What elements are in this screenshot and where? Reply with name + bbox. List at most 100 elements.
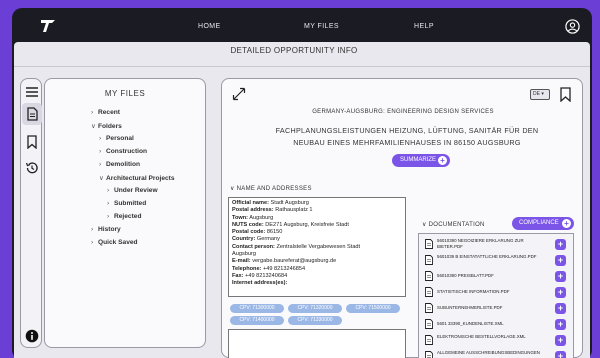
language-select[interactable]: DE ▾ — [530, 89, 550, 100]
document-row[interactable]: ALLGEMEINE AUSSCHREIBUNGSBEDINGUNGEN + — [423, 348, 571, 358]
address-line: Postal code: 86150 — [232, 229, 283, 236]
document-name: STATISTISCHE INFORMATION.PDF — [437, 289, 510, 294]
chevron-right-icon: › — [91, 239, 94, 246]
chevron-down-icon: ∨ — [422, 222, 429, 228]
add-document-button[interactable]: + — [555, 303, 566, 314]
file-icon — [425, 351, 433, 358]
chevron-right-icon: › — [107, 187, 110, 194]
chevron-right-icon: › — [99, 161, 102, 168]
files-panel-title: MY FILES — [104, 89, 146, 98]
address-line: Fax: +49 8213240684 — [232, 272, 288, 279]
title-divider — [14, 66, 590, 67]
tree-item-under-review[interactable]: › Under Review — [107, 187, 158, 194]
document-name: 56010390 PREISBLATT.PDF — [437, 273, 494, 278]
address-details-box: Official name: Stadt Augsburg Postal add… — [228, 197, 406, 297]
heading-line-2: NEUBAU EINES MEHRFAMILIENHAUSES IN 86150… — [293, 138, 521, 147]
chevron-right-icon: › — [99, 148, 102, 155]
app-logo-icon[interactable] — [40, 18, 56, 34]
chevron-down-icon: ∨ — [230, 186, 237, 192]
plus-icon: + — [562, 219, 571, 228]
address-line: Internet address(es): — [232, 280, 288, 287]
user-account-icon[interactable] — [565, 19, 580, 34]
cpv-chip[interactable]: CPV: 71330000 — [288, 316, 342, 325]
tree-item-history[interactable]: › History — [91, 226, 121, 233]
side-rail — [20, 78, 42, 348]
info-icon[interactable] — [25, 329, 39, 343]
documents-list: 56010390 NEGOIZIERE ERKLARUNG ZUR BIETER… — [418, 233, 574, 358]
address-line: Country: Germany — [232, 236, 280, 243]
document-name: 56010390 NEGOIZIERE ERKLARUNG ZUR BIETER… — [437, 238, 524, 249]
document-icon[interactable] — [25, 107, 39, 121]
opportunity-subtitle: GERMANY-AUGSBURG: ENGINEERING DESIGN SER… — [312, 109, 494, 115]
add-document-button[interactable]: + — [555, 255, 566, 266]
document-row[interactable]: ELEKTRONISCHE BESTELLVORLAGE.XML + — [423, 332, 571, 348]
document-row[interactable]: 56010390 NEGOIZIERE ERKLARUNG ZUR BIETER… — [423, 236, 571, 252]
document-row[interactable]: SUBUNTERNEHMERLISTE.PDF + — [423, 300, 571, 316]
cpv-chip[interactable]: CPV: 71320000 — [288, 304, 342, 313]
expand-icon[interactable] — [232, 87, 246, 101]
document-name: ALLGEMEINE AUSSCHREIBUNGSBEDINGUNGEN — [437, 350, 540, 355]
chevron-down-icon: ∨ — [99, 175, 104, 182]
document-row[interactable]: 56010390 PREISBLATT.PDF + — [423, 268, 571, 284]
add-document-button[interactable]: + — [555, 319, 566, 330]
cpv-chip[interactable]: CPV: 71400000 — [230, 316, 284, 325]
plus-icon: + — [438, 156, 447, 165]
tree-item-personal[interactable]: › Personal — [99, 135, 134, 142]
document-name: ELEKTRONISCHE BESTELLVORLAGE.XML — [437, 334, 526, 339]
tree-item-rejected[interactable]: › Rejected — [107, 213, 142, 220]
add-document-button[interactable]: + — [555, 271, 566, 282]
file-icon — [425, 255, 433, 265]
name-addresses-toggle[interactable]: ∨ NAME AND ADDRESSES — [230, 185, 312, 192]
file-icon — [425, 303, 433, 313]
tree-item-demolition[interactable]: › Demolition — [99, 161, 140, 168]
app-window: DETAILED OPPORTUNITY INFO MY FILES › Rece — [14, 42, 590, 358]
document-name: SUBUNTERNEHMERLISTE.PDF — [437, 305, 503, 310]
address-line: E-mail: vergabe.baureferat@augsburg.de — [232, 258, 337, 265]
chevron-right-icon: › — [91, 226, 94, 233]
nav-home[interactable]: HOME — [198, 23, 221, 30]
add-document-button[interactable]: + — [555, 239, 566, 250]
document-row[interactable]: 5601039 B EINSTATATTLICHE ERKLARUNG.PDF … — [423, 252, 571, 268]
tree-item-recent[interactable]: › Recent — [91, 109, 120, 116]
tree-item-architectural-projects[interactable]: ∨ Architectural Projects — [99, 174, 175, 182]
history-icon[interactable] — [25, 161, 39, 175]
heading-line-1: FACHPLANUNGSLEISTUNGEN HEIZUNG, LÜFTUNG,… — [275, 126, 539, 135]
top-navigation-bar: HOME MY FILES HELP — [14, 12, 590, 42]
document-name: 5601039 B EINSTATATTLICHE ERKLARUNG.PDF — [437, 254, 537, 259]
compliance-button[interactable]: COMPLIANCE + — [512, 217, 574, 230]
cpv-chip[interactable]: CPV: 71500000 — [346, 304, 400, 313]
document-row[interactable]: STATISTISCHE INFORMATION.PDF + — [423, 284, 571, 300]
cpv-chip[interactable]: CPV: 71300000 — [230, 304, 284, 313]
address-line: Augsburg — [232, 251, 256, 258]
tree-item-submitted[interactable]: › Submitted — [107, 200, 146, 207]
hamburger-menu-icon[interactable] — [25, 85, 39, 99]
chevron-down-icon: ∨ — [91, 123, 96, 130]
address-line: Town: Augsburg — [232, 214, 274, 221]
nav-help[interactable]: HELP — [414, 23, 434, 30]
document-row[interactable]: 5601 33390_KUNDENLISTE.XML + — [423, 316, 571, 332]
add-document-button[interactable]: + — [555, 351, 566, 358]
summarize-button[interactable]: SUMMARIZE + — [392, 154, 450, 167]
add-document-button[interactable]: + — [555, 335, 566, 346]
notes-box[interactable] — [228, 329, 406, 358]
nav-my-files[interactable]: MY FILES — [304, 23, 339, 30]
file-icon — [425, 335, 433, 345]
documentation-toggle[interactable]: ∨ DOCUMENTATION — [422, 221, 485, 228]
address-line: Telephone: +49 8213246854 — [232, 265, 306, 272]
bookmark-icon[interactable] — [25, 135, 39, 149]
address-line: Official name: Stadt Augsburg — [232, 200, 309, 206]
file-icon — [425, 271, 433, 281]
my-files-panel: MY FILES › Recent ∨ Folders › Personal › Con… — [44, 78, 206, 348]
chevron-right-icon: › — [107, 200, 110, 207]
tree-item-folders[interactable]: ∨ Folders — [91, 122, 122, 130]
file-icon — [425, 319, 433, 329]
file-icon — [425, 239, 433, 249]
chevron-right-icon: › — [91, 109, 94, 116]
tree-item-construction[interactable]: › Construction — [99, 148, 147, 155]
opportunity-detail-panel: DE ▾ GERMANY-AUGSBURG: ENGINEERING DESIG… — [221, 78, 583, 358]
address-line: NUTS code: DE271 Augsburg, Kreisfreie St… — [232, 221, 349, 228]
address-line: Contact person: Zentralstelle Vergabewes… — [232, 243, 361, 250]
bookmark-icon[interactable] — [560, 87, 571, 102]
tree-item-quick-saved[interactable]: › Quick Saved — [91, 239, 138, 246]
add-document-button[interactable]: + — [555, 287, 566, 298]
